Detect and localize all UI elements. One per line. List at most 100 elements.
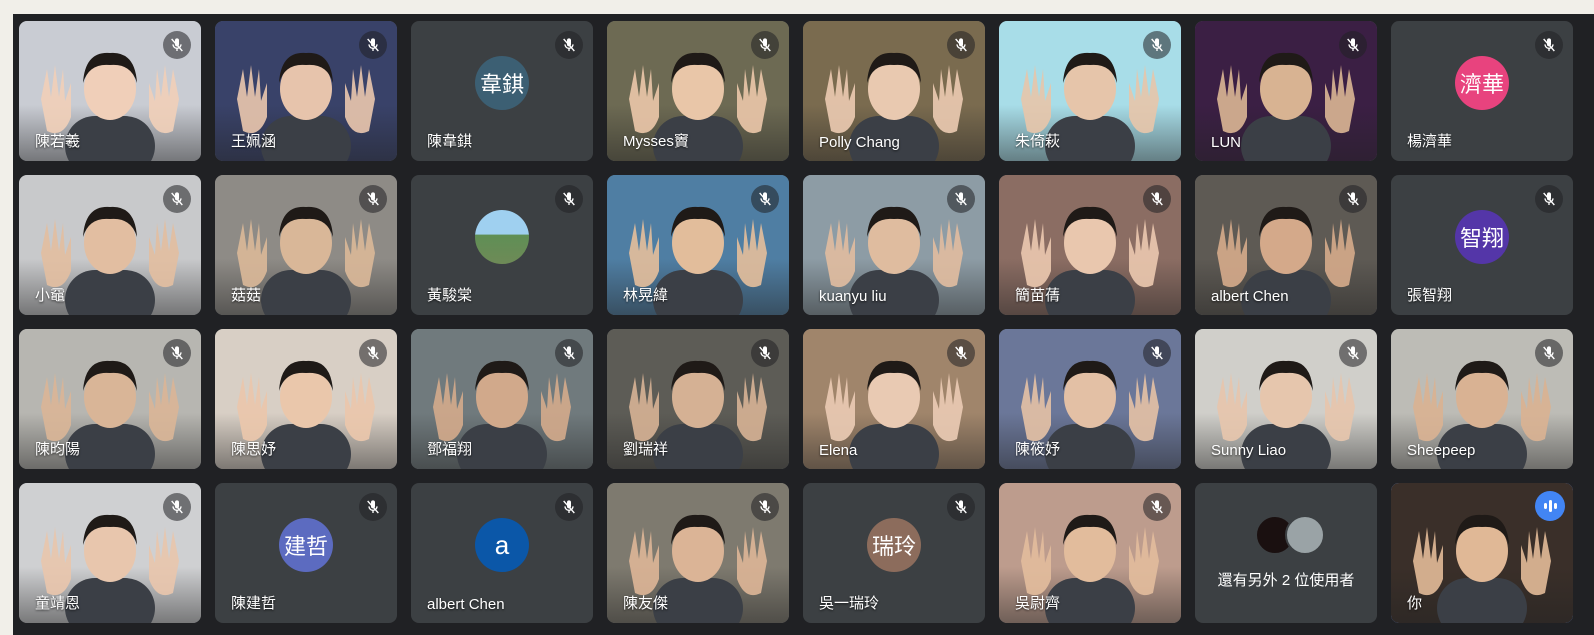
mic-off-icon xyxy=(1339,339,1367,367)
participant-name: Sunny Liao xyxy=(1211,442,1287,459)
avatar: 濟華 xyxy=(1455,56,1509,110)
participant-name: 王姵涵 xyxy=(231,133,277,150)
more-participants-tile[interactable]: 還有另外 2 位使用者 xyxy=(1195,483,1377,623)
participant-tile[interactable]: 你 xyxy=(1391,483,1573,623)
participant-tile[interactable]: 簡苗蒨 xyxy=(999,175,1181,315)
mic-off-icon xyxy=(163,493,191,521)
mic-off-icon xyxy=(555,185,583,213)
participant-tile[interactable]: 王姵涵 xyxy=(215,21,397,161)
participant-tile[interactable]: 智翔張智翔 xyxy=(1391,175,1573,315)
participant-name: 陳韋錤 xyxy=(427,133,473,150)
mic-off-icon xyxy=(751,185,779,213)
mic-off-icon xyxy=(751,339,779,367)
participant-tile[interactable]: Polly Chang xyxy=(803,21,985,161)
participant-name: 陳思妤 xyxy=(231,441,277,458)
speaking-indicator-icon xyxy=(1535,491,1565,521)
mic-off-icon xyxy=(947,185,975,213)
participant-name: kuanyu liu xyxy=(819,288,887,305)
mic-off-icon xyxy=(1535,185,1563,213)
participant-tile[interactable]: 林晃緯 xyxy=(607,175,789,315)
participant-tile[interactable]: 小黿 xyxy=(19,175,201,315)
participant-tile[interactable]: kuanyu liu xyxy=(803,175,985,315)
participant-tile[interactable]: 朱倚萩 xyxy=(999,21,1181,161)
participant-name: 吳尉齊 xyxy=(1015,595,1061,612)
participant-name: 吳一瑞玲 xyxy=(819,595,880,612)
participant-tile[interactable]: 陳友傑 xyxy=(607,483,789,623)
participant-tile[interactable]: 陳筱妤 xyxy=(999,329,1181,469)
participant-tile[interactable]: 黃駿棠 xyxy=(411,175,593,315)
avatar: 智翔 xyxy=(1455,210,1509,264)
participant-tile[interactable]: 陳若羲 xyxy=(19,21,201,161)
participant-tile[interactable]: a albert Chen xyxy=(411,483,593,623)
participant-name: LUN xyxy=(1211,134,1242,151)
participant-tile[interactable]: 陳昀陽 xyxy=(19,329,201,469)
participant-tile[interactable]: Elena xyxy=(803,329,985,469)
mic-off-icon xyxy=(555,31,583,59)
mic-off-icon xyxy=(163,185,191,213)
participant-tile[interactable]: Sunny Liao xyxy=(1195,329,1377,469)
mic-off-icon xyxy=(163,339,191,367)
participant-name: 陳若羲 xyxy=(35,133,81,150)
participant-tile[interactable]: 鄧福翔 xyxy=(411,329,593,469)
avatar xyxy=(475,210,529,264)
participant-name: 黃駿棠 xyxy=(427,287,473,304)
mic-off-icon xyxy=(1339,185,1367,213)
participant-tile[interactable]: 建哲陳建哲 xyxy=(215,483,397,623)
participant-name: 陳建哲 xyxy=(231,595,277,612)
mic-off-icon xyxy=(1339,31,1367,59)
mic-off-icon xyxy=(1143,31,1171,59)
mic-off-icon xyxy=(947,31,975,59)
participant-tile[interactable]: 韋錤陳韋錤 xyxy=(411,21,593,161)
participant-tile[interactable]: 菇菇 xyxy=(215,175,397,315)
more-participants-label: 還有另外 2 位使用者 xyxy=(1217,572,1355,589)
participant-name: 陳昀陽 xyxy=(35,441,81,458)
participant-name: 你 xyxy=(1407,595,1423,612)
participant-name: 陳友傑 xyxy=(623,595,669,612)
participant-tile[interactable]: Sheepeep xyxy=(1391,329,1573,469)
mic-off-icon xyxy=(1535,31,1563,59)
participant-name: Sheepeep xyxy=(1407,442,1476,459)
mic-off-icon xyxy=(947,493,975,521)
participant-tile[interactable]: 瑞玲吳一瑞玲 xyxy=(803,483,985,623)
participant-name: 朱倚萩 xyxy=(1015,133,1061,150)
mic-off-icon xyxy=(163,31,191,59)
participant-name: 簡苗蒨 xyxy=(1015,287,1061,304)
meeting-grid-area: 陳若羲 王姵涵 韋錤陳韋錤 Mysses竇 Polly Chang 朱倚萩 LUN 濟華楊濟華… xyxy=(13,14,1594,635)
avatar: 瑞玲 xyxy=(867,518,921,572)
mic-off-icon xyxy=(359,185,387,213)
participant-name: Elena xyxy=(819,442,858,459)
mic-off-icon xyxy=(751,31,779,59)
participant-tile[interactable]: 劉瑞祥 xyxy=(607,329,789,469)
participant-tile[interactable]: 吳尉齊 xyxy=(999,483,1181,623)
avatar: 韋錤 xyxy=(475,56,529,110)
mic-off-icon xyxy=(359,493,387,521)
avatar: a xyxy=(475,518,529,572)
participant-name: albert Chen xyxy=(1211,288,1289,305)
participant-tile[interactable]: Mysses竇 xyxy=(607,21,789,161)
participant-name: albert Chen xyxy=(427,596,505,613)
participant-tile[interactable]: 童靖恩 xyxy=(19,483,201,623)
participant-tile[interactable]: LUN xyxy=(1195,21,1377,161)
participant-name: 楊濟華 xyxy=(1407,133,1453,150)
mic-off-icon xyxy=(1143,339,1171,367)
participant-name: Mysses竇 xyxy=(623,133,689,150)
mic-off-icon xyxy=(947,339,975,367)
mic-off-icon xyxy=(555,339,583,367)
mic-off-icon xyxy=(751,493,779,521)
avatar xyxy=(1285,515,1325,555)
participant-name: 張智翔 xyxy=(1407,287,1453,304)
mic-off-icon xyxy=(1535,339,1563,367)
participant-tile[interactable]: 陳思妤 xyxy=(215,329,397,469)
participant-name: 菇菇 xyxy=(231,287,262,304)
participant-name: 林晃緯 xyxy=(623,287,669,304)
avatar: 建哲 xyxy=(279,518,333,572)
mic-off-icon xyxy=(359,339,387,367)
participant-tile[interactable]: 濟華楊濟華 xyxy=(1391,21,1573,161)
participant-name: 小黿 xyxy=(35,287,66,304)
participant-tile[interactable]: albert Chen xyxy=(1195,175,1377,315)
participant-name: Polly Chang xyxy=(819,134,900,151)
participant-name: 鄧福翔 xyxy=(427,441,473,458)
participant-name: 陳筱妤 xyxy=(1015,441,1061,458)
participant-name: 童靖恩 xyxy=(35,595,81,612)
mic-off-icon xyxy=(1143,185,1171,213)
